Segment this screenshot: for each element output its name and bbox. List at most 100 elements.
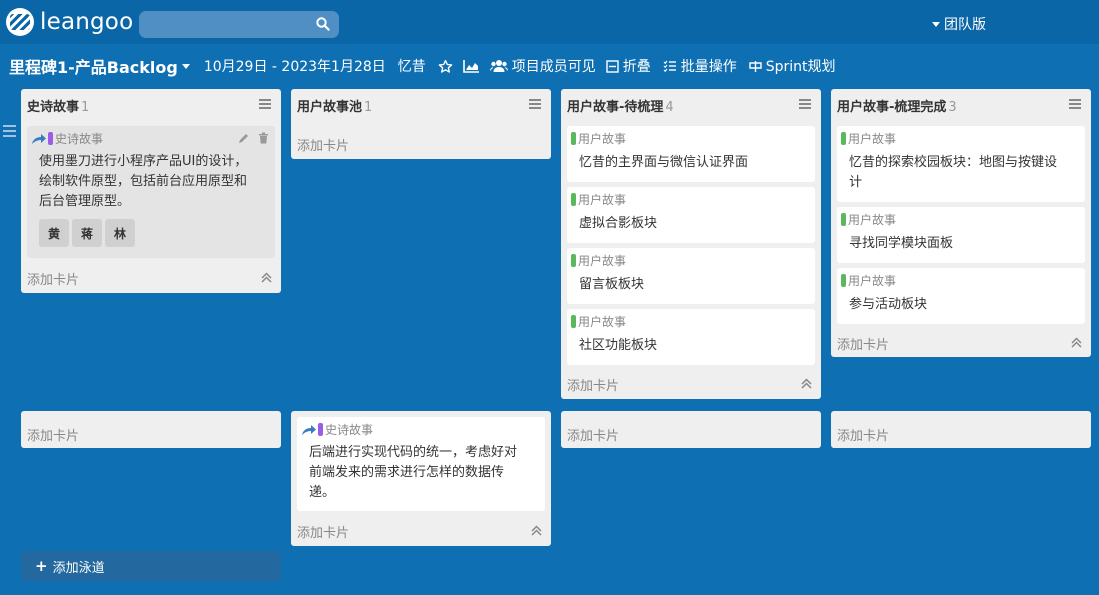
list-epic: 史诗故事 1 史诗故事 使用墨刀进行小程序产品UI的设计， 绘制软件原型，包括前台…: [21, 89, 281, 293]
card-story[interactable]: 用户故事 忆昔的探索校园板块：地图与按键设 计: [837, 126, 1085, 202]
trash-icon[interactable]: [258, 132, 269, 144]
batch-button[interactable]: 批量操作: [663, 56, 737, 76]
add-card-button[interactable]: 添加卡片: [297, 522, 349, 541]
card-text: 忆昔的探索校园板块：地图与按键设 计: [849, 155, 1058, 190]
card-text: 留言板板块: [579, 277, 645, 292]
collapse-icon[interactable]: [1071, 337, 1082, 348]
list-menu-icon[interactable]: [1069, 99, 1081, 110]
list-menu-icon[interactable]: [259, 99, 271, 110]
board-toolbar: 里程碑1-产品Backlog 10月29日 - 2023年1月28日 忆昔 项目…: [0, 50, 1099, 82]
card-tools: [238, 132, 269, 144]
logo-icon: [6, 8, 34, 36]
collapse-icon[interactable]: [801, 378, 812, 389]
top-nav: leangoo 团队版: [0, 0, 1099, 44]
swimlane2-list-groomed: 添加卡片: [831, 411, 1091, 448]
card-epic-1[interactable]: 史诗故事 使用墨刀进行小程序产品UI的设计， 绘制软件原型，包括前台应用原型和 …: [27, 126, 275, 258]
add-card-button[interactable]: 添加卡片: [297, 135, 349, 154]
card-tag: 用户故事: [841, 272, 896, 289]
search-input[interactable]: [139, 11, 339, 38]
area-chart-icon: [462, 60, 479, 73]
card-tag: 史诗故事: [301, 421, 373, 438]
list-count: 1: [81, 100, 90, 115]
card-tag: 用户故事: [571, 313, 626, 330]
swimlane2-list-to-groom: 添加卡片: [561, 411, 821, 448]
team-edition-label: 团队版: [944, 17, 986, 33]
avatar[interactable]: 黄: [39, 219, 69, 247]
add-card-button[interactable]: 添加卡片: [567, 375, 619, 394]
collapse-icon[interactable]: [531, 525, 542, 536]
list-title[interactable]: 史诗故事 1: [27, 96, 89, 115]
users-icon: [489, 60, 508, 72]
sprint-text: Sprint规划: [765, 59, 836, 75]
batch-text: 批量操作: [680, 59, 737, 75]
list-count: 1: [364, 100, 373, 115]
add-card-button[interactable]: 添加卡片: [27, 269, 79, 288]
avatar[interactable]: 蒋: [72, 219, 102, 247]
swimlane2-list-epic: 添加卡片: [21, 411, 281, 448]
collapse-icon[interactable]: [261, 272, 272, 283]
edit-icon[interactable]: [238, 132, 250, 144]
list-count: 3: [948, 100, 957, 115]
visibility-button[interactable]: 项目成员可见: [489, 56, 596, 76]
board-title-text: 里程碑1-产品Backlog: [9, 58, 178, 77]
fold-text: 折叠: [622, 59, 651, 75]
team-edition-menu[interactable]: 团队版: [932, 14, 986, 34]
logo[interactable]: leangoo: [6, 7, 133, 37]
add-swimlane-label: 添加泳道: [52, 560, 105, 576]
card-tag: 用户故事: [841, 130, 896, 147]
logo-text: leangoo: [40, 9, 134, 35]
list-count: 4: [665, 100, 674, 115]
sprint-button[interactable]: Sprint规划: [749, 56, 836, 76]
card-tag: 用户故事: [841, 211, 896, 228]
card-text: 社区功能板块: [579, 338, 658, 353]
list-menu-icon[interactable]: [799, 99, 811, 110]
fold-button[interactable]: 折叠: [606, 56, 651, 76]
card-text: 寻找同学模块面板: [849, 236, 954, 251]
card-story[interactable]: 用户故事 寻找同学模块面板: [837, 207, 1085, 263]
drag-handle-icon[interactable]: [3, 125, 16, 137]
card-tag: 用户故事: [571, 191, 626, 208]
card-story[interactable]: 用户故事 参与活动板块: [837, 268, 1085, 324]
card-tag: 用户故事: [571, 130, 626, 147]
card-story[interactable]: 用户故事 忆昔的主界面与微信认证界面: [567, 126, 815, 182]
card-story[interactable]: 用户故事 留言板板块: [567, 248, 815, 304]
list-title[interactable]: 用户故事-待梳理 4: [567, 96, 674, 115]
board-owner[interactable]: 忆昔: [398, 56, 426, 76]
plus-icon: +: [35, 557, 48, 575]
chart-button[interactable]: [462, 59, 480, 73]
avatar[interactable]: 林: [105, 219, 135, 247]
search-icon[interactable]: [316, 17, 330, 31]
card-epic-2[interactable]: 史诗故事 后端进行实现代码的统一，考虑好对 前端发来的需求进行怎样的数据传 递。: [297, 417, 545, 511]
card-story[interactable]: 用户故事 社区功能板块: [567, 309, 815, 365]
board-title[interactable]: 里程碑1-产品Backlog: [9, 54, 190, 78]
fold-icon: [606, 59, 619, 73]
add-swimlane-button[interactable]: + 添加泳道: [21, 551, 281, 581]
card-text: 虚拟合影板块: [579, 216, 658, 231]
add-card-button[interactable]: 添加卡片: [837, 425, 889, 444]
share-icon: [32, 134, 46, 144]
list-menu-icon[interactable]: [529, 99, 541, 110]
card-text: 忆昔的主界面与微信认证界面: [579, 155, 749, 170]
sprint-icon: [749, 60, 762, 72]
checklist-icon: [663, 60, 676, 72]
card-members: 黄 蒋 林: [39, 219, 135, 247]
board-date-range[interactable]: 10月29日 - 2023年1月28日: [204, 56, 386, 76]
visibility-text: 项目成员可见: [511, 59, 596, 75]
share-icon: [302, 425, 316, 435]
add-card-button[interactable]: 添加卡片: [27, 425, 79, 444]
card-tag: 用户故事: [571, 252, 626, 269]
caret-down-icon: [181, 63, 190, 69]
list-groomed: 用户故事-梳理完成 3 用户故事 忆昔的探索校园板块：地图与按键设 计 用户故事 …: [831, 89, 1091, 357]
list-title[interactable]: 用户故事池 1: [297, 96, 372, 115]
owner-text: 忆昔: [397, 59, 426, 75]
add-card-button[interactable]: 添加卡片: [567, 425, 619, 444]
list-title[interactable]: 用户故事-梳理完成 3: [837, 96, 957, 115]
card-tag: 史诗故事: [31, 130, 103, 147]
card-story[interactable]: 用户故事 虚拟合影板块: [567, 187, 815, 243]
card-text: 参与活动板块: [849, 297, 928, 312]
card-text: 后端进行实现代码的统一，考虑好对 前端发来的需求进行怎样的数据传 递。: [309, 445, 518, 500]
date-range-text: 10月29日 - 2023年1月28日: [203, 59, 386, 75]
add-card-button[interactable]: 添加卡片: [837, 334, 889, 353]
star-button[interactable]: [438, 59, 453, 74]
caret-down-icon: [932, 21, 940, 27]
